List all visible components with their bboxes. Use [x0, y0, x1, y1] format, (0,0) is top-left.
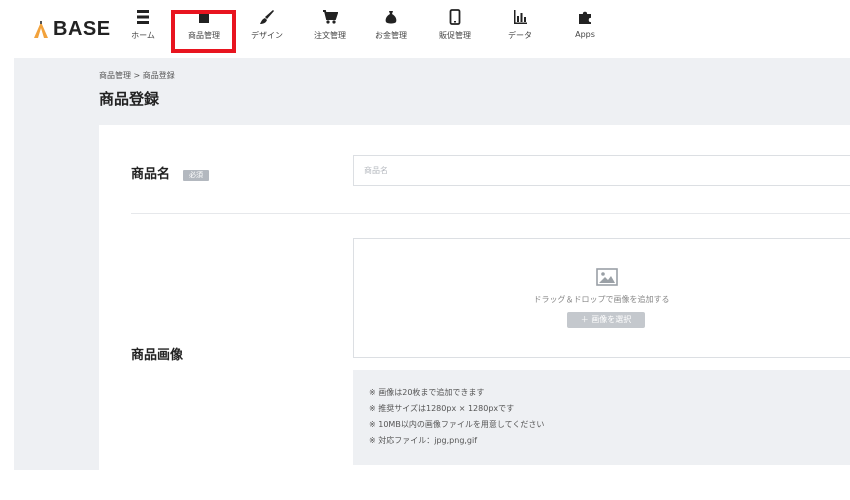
- nav-label-apps: Apps: [575, 30, 595, 39]
- image-note: ※ 対応ファイル：jpg,png,gif: [369, 436, 478, 445]
- cart-icon: [323, 10, 338, 24]
- puzzle-icon: [579, 11, 591, 24]
- nav-item-promotion[interactable]: 販促管理: [434, 9, 476, 49]
- select-image-button[interactable]: ＋ 画像を選択: [567, 312, 645, 328]
- nav-item-apps[interactable]: Apps: [568, 9, 602, 49]
- image-icon: [596, 268, 618, 286]
- form-divider: [131, 213, 850, 214]
- nav-label-orders: 注文管理: [314, 31, 346, 40]
- top-navigation-bar: BASE ホーム 商品管理 デザイン 注文管理 お金管理 販促管理 データ Ap…: [0, 0, 850, 58]
- product-name-label: 商品名: [131, 167, 171, 182]
- nav-label-money: お金管理: [375, 31, 407, 40]
- required-badge: 必須: [183, 170, 209, 181]
- active-nav-highlight: [171, 10, 236, 53]
- image-note: ※ 10MB以内の画像ファイルを用意してください: [369, 420, 545, 429]
- dropzone-text: ドラッグ＆ドロップで画像を追加する: [533, 295, 670, 304]
- nav-label-promotion: 販促管理: [439, 31, 471, 40]
- nav-item-orders[interactable]: 注文管理: [309, 9, 351, 49]
- nav-item-home[interactable]: ホーム: [126, 9, 160, 49]
- image-note: ※ 推奨サイズは1280px × 1280pxです: [369, 404, 515, 413]
- nav-label-home: ホーム: [131, 31, 155, 40]
- nav-label-data: データ: [508, 31, 532, 40]
- image-notes-box: [353, 370, 850, 465]
- brush-icon: [260, 10, 274, 24]
- logo-text: BASE: [53, 18, 111, 40]
- logo-mark-icon: [34, 20, 48, 38]
- money-bag-icon: [385, 11, 397, 24]
- nav-item-data[interactable]: データ: [503, 9, 537, 49]
- nav-item-design[interactable]: デザイン: [247, 9, 287, 49]
- breadcrumb[interactable]: 商品管理 > 商品登録: [99, 70, 175, 81]
- nav-label-design: デザイン: [251, 31, 283, 40]
- product-name-input[interactable]: [353, 155, 850, 186]
- image-note: ※ 画像は20枚まで追加できます: [369, 388, 485, 397]
- product-image-label: 商品画像: [131, 348, 184, 363]
- base-logo[interactable]: BASE: [33, 18, 111, 41]
- bar-chart-icon: [514, 10, 527, 24]
- phone-icon: [449, 9, 461, 25]
- nav-item-money[interactable]: お金管理: [370, 9, 412, 49]
- list-icon: [137, 10, 149, 24]
- page-title: 商品登録: [99, 90, 160, 108]
